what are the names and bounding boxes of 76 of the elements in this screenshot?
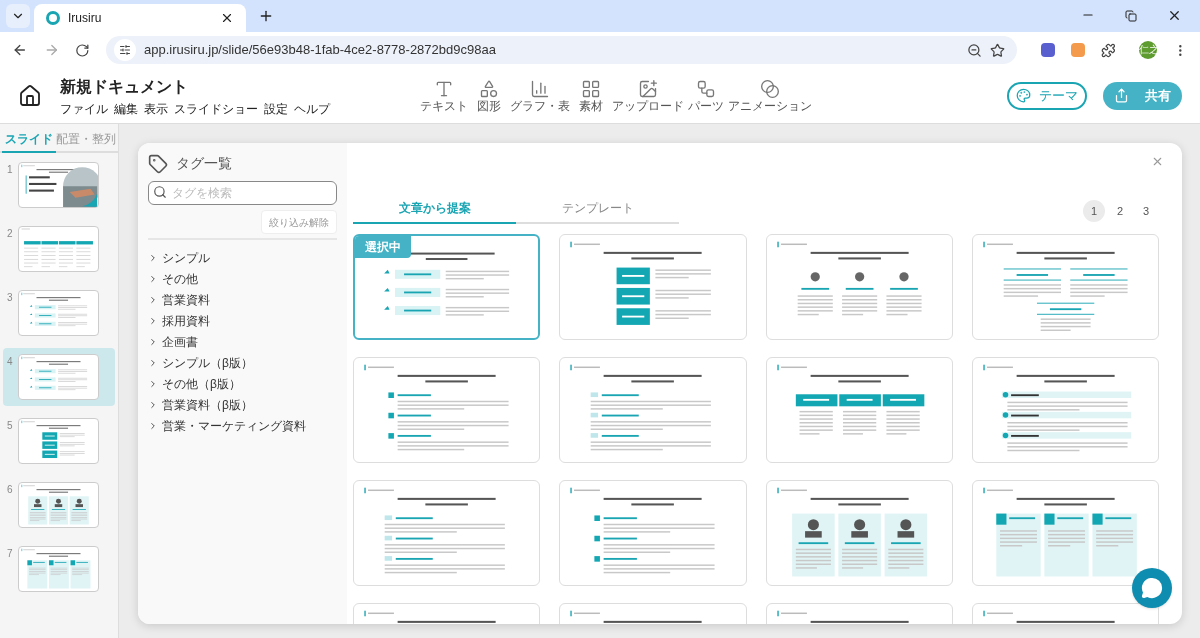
upload-tool-icon [638,78,658,99]
home-icon[interactable] [18,83,42,108]
reload-icon[interactable] [75,42,90,58]
slide-number: 1 [7,163,13,177]
palette-icon [1016,88,1031,103]
zoom-icon[interactable] [967,42,983,58]
shape-tool-icon [479,78,499,99]
toolbar-button[interactable]: 図形 [472,78,506,113]
slide-number: 2 [7,227,13,241]
tag-category[interactable]: その他（β版） [148,376,337,392]
new-tab-icon[interactable] [258,8,274,24]
browser-tab[interactable]: Irusiru [34,4,246,32]
chevron-right-icon [148,421,158,431]
toolbar-button[interactable]: 素材 [574,78,608,113]
bookmark-star-icon[interactable] [990,42,1006,58]
site-info-button[interactable] [113,39,136,61]
tab-title: Irusiru [68,10,103,27]
page-button[interactable]: 3 [1135,200,1157,222]
slide-number: 5 [7,419,13,433]
dialog-title: タグ一覧 [176,154,232,173]
menu-item[interactable]: ファイル [60,100,108,117]
close-icon[interactable] [1151,155,1164,168]
address-bar[interactable]: app.irusiru.jp/slide/56e93b48-1fab-4ce2-8778-2872bd9c98aa [105,36,1018,64]
menu-item[interactable]: 設定 [264,100,288,117]
sliders-icon [118,44,131,56]
chevron-right-icon [148,379,158,389]
chevron-right-icon [148,295,158,305]
menu-item[interactable]: 表示 [144,100,168,117]
share-icon [1114,88,1129,103]
toolbar-button[interactable]: テキスト [420,78,468,113]
page-button[interactable]: 1 [1083,200,1105,222]
toolbar-button[interactable]: パーツ [688,78,724,113]
chevron-right-icon [148,358,158,368]
menu-item[interactable]: 編集 [114,100,138,117]
material-tool-icon [581,78,601,99]
menu-item[interactable]: ヘルプ [294,100,330,117]
tag-category[interactable]: 営業資料（β版） [148,397,337,413]
extensions-icon[interactable] [1100,42,1116,58]
tag-category[interactable]: 営業・マーケティング資料 [148,418,337,434]
tag-icon [148,153,168,174]
tag-category[interactable]: 営業資料 [148,292,337,308]
tag-search-field[interactable]: タグを検索 [148,181,337,205]
site-logo-icon [46,11,60,25]
animation-tool-icon [760,78,780,99]
tag-category[interactable]: シンプル（β版） [148,355,337,371]
chart-tool-icon [530,78,550,99]
toolbar-button[interactable]: アップロード [612,78,684,113]
close-window-icon[interactable] [1167,8,1182,23]
page-button[interactable]: 2 [1109,200,1131,222]
chevron-right-icon [148,400,158,410]
close-tab-icon[interactable] [220,11,234,25]
tag-category[interactable]: その他 [148,271,337,287]
document-title[interactable]: 新規ドキュメント [60,74,330,99]
tag-category[interactable]: 企画書 [148,334,337,350]
chevron-right-icon [148,253,158,263]
chevron-right-icon [148,337,158,347]
tag-category[interactable]: 採用資料 [148,313,337,329]
toolbar-button[interactable]: グラフ・表 [510,78,570,113]
extension-icon[interactable] [1041,43,1055,57]
chevron-right-icon [148,274,158,284]
slide-number: 4 [7,355,13,369]
selected-badge: 選択中 [355,236,411,258]
parts-tool-icon [696,78,716,99]
tag-category[interactable]: シンプル [148,250,337,266]
chat-icon [1141,577,1163,599]
back-icon[interactable] [12,42,28,58]
slide-number: 6 [7,483,13,497]
slide-number: 7 [7,547,13,561]
restore-icon[interactable] [1125,10,1137,22]
slide-number: 3 [7,291,13,305]
toolbar-button[interactable]: アニメーション [728,78,812,113]
chevron-right-icon [148,316,158,326]
url-text: app.irusiru.jp/slide/56e93b48-1fab-4ce2-8778-2872bd9c98aa [143,41,497,60]
suggestion-tab[interactable]: テンプレート [516,199,679,224]
tab-list-button[interactable] [6,4,30,28]
menu-item[interactable]: スライドショー [174,100,258,117]
